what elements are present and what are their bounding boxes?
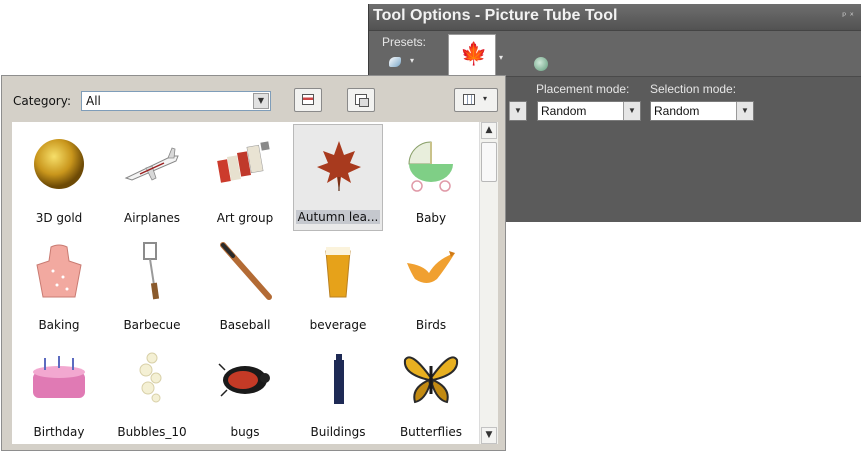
- tube-item[interactable]: Baby: [386, 124, 476, 231]
- butterfly-icon: [403, 356, 459, 404]
- tube-label: Birthday: [33, 425, 85, 439]
- maple-leaf-icon: 🍁: [460, 42, 488, 67]
- spatula-icon: [143, 242, 160, 300]
- tube-item[interactable]: Barbecue: [107, 231, 197, 338]
- picture-tube-picker: Category: All ▼ ▾ 3D gold Airplanes Art …: [1, 75, 506, 451]
- tube-item[interactable]: beverage: [293, 231, 383, 338]
- presets-label: Presets:: [382, 35, 427, 49]
- tube-label: Butterflies: [399, 425, 463, 439]
- selection-mode-value: Random: [654, 104, 700, 118]
- pin-icon[interactable]: ᵖ ˣ: [842, 11, 854, 22]
- bird-icon: [407, 251, 455, 283]
- tube-label: Baking: [38, 318, 80, 332]
- tube-item[interactable]: Art group: [200, 124, 290, 231]
- tube-label: Birds: [415, 318, 447, 332]
- tube-item[interactable]: 3D gold: [14, 124, 104, 231]
- palette-title: Tool Options - Picture Tube Tool: [373, 7, 618, 24]
- reset-icon[interactable]: [534, 57, 548, 71]
- tube-item[interactable]: Birds: [386, 231, 476, 338]
- scroll-down-button[interactable]: ▼: [481, 427, 497, 444]
- chevron-down-icon[interactable]: ▾: [499, 53, 503, 62]
- scroll-thumb[interactable]: [481, 142, 497, 182]
- tube-item[interactable]: Bubbles_10: [107, 338, 197, 445]
- chevron-down-icon: ▼: [509, 102, 526, 120]
- placement-mode-label: Placement mode:: [536, 82, 630, 96]
- tube-item[interactable]: Autumn lea...: [293, 124, 383, 231]
- placement-mode-value: Random: [541, 104, 587, 118]
- palette-titlebar[interactable]: Tool Options - Picture Tube Tool ᵖ ˣ: [369, 4, 861, 31]
- paint-tubes-icon: [217, 141, 270, 183]
- tube-item[interactable]: bugs: [200, 338, 290, 445]
- picture-tube-selector[interactable]: 🍁: [448, 34, 496, 76]
- tube-item[interactable]: Buildings: [293, 338, 383, 445]
- tube-label: Baseball: [219, 318, 271, 332]
- placement-mode-select[interactable]: Random ▼: [537, 101, 641, 121]
- chevron-down-icon: ▼: [736, 102, 753, 120]
- tube-label: Art group: [216, 211, 274, 225]
- tube-grid: 3D gold Airplanes Art group Autumn lea..…: [12, 122, 479, 444]
- view-details-button[interactable]: [294, 88, 322, 112]
- chevron-down-icon: ▼: [623, 102, 640, 120]
- gold-sphere-icon: [34, 139, 84, 189]
- tube-label: Buildings: [310, 425, 366, 439]
- selection-mode-select[interactable]: Random ▼: [650, 101, 754, 121]
- chevron-down-icon: ▾: [483, 94, 488, 103]
- bubbles-icon: [139, 352, 162, 403]
- tube-label: 3D gold: [35, 211, 83, 225]
- building-icon: [334, 354, 344, 404]
- details-icon: [302, 94, 314, 105]
- tube-item[interactable]: Airplanes: [107, 124, 197, 231]
- baseball-bat-icon: [220, 242, 272, 300]
- vertical-scrollbar[interactable]: ▲ ▼: [479, 122, 498, 444]
- view-mode-button[interactable]: ▾: [454, 88, 498, 112]
- baby-carriage-icon: [408, 141, 453, 192]
- beer-glass-icon: [325, 247, 351, 298]
- beetle-icon: [218, 363, 270, 397]
- tube-label: Bubbles_10: [117, 425, 187, 439]
- tube-item[interactable]: Birthday: [14, 338, 104, 445]
- tube-item[interactable]: Baking: [14, 231, 104, 338]
- category-label: Category:: [13, 94, 71, 108]
- grid-view-icon: [463, 94, 475, 105]
- tube-label: bugs: [230, 425, 260, 439]
- tube-label: beverage: [309, 318, 367, 332]
- tool-options-toolbar: Presets: ▾ 🍁 ▾: [369, 31, 861, 77]
- apron-icon: [36, 244, 82, 298]
- chevron-down-icon[interactable]: ▼: [253, 93, 269, 109]
- tube-label: Airplanes: [123, 211, 181, 225]
- scroll-up-button[interactable]: ▲: [481, 122, 497, 139]
- tube-item[interactable]: Baseball: [200, 231, 290, 338]
- copy-button[interactable]: [347, 88, 375, 112]
- birthday-cake-icon: [33, 356, 85, 398]
- chevron-down-icon: ▾: [410, 56, 415, 65]
- tube-label: Baby: [415, 211, 447, 225]
- copy-icon: [355, 94, 369, 107]
- category-value: All: [86, 94, 101, 108]
- preset-icon: [389, 57, 401, 67]
- tube-label: Barbecue: [123, 318, 181, 332]
- tube-label: Autumn lea...: [296, 210, 380, 224]
- category-select[interactable]: All ▼: [81, 91, 271, 111]
- selection-mode-label: Selection mode:: [650, 82, 737, 96]
- presets-dropdown-button[interactable]: ▾: [381, 53, 421, 71]
- tube-item[interactable]: Butterflies: [386, 338, 476, 445]
- airplane-icon: [124, 147, 179, 181]
- partial-dropdown[interactable]: ▼: [509, 101, 527, 121]
- maple-leaf-icon: [317, 141, 361, 191]
